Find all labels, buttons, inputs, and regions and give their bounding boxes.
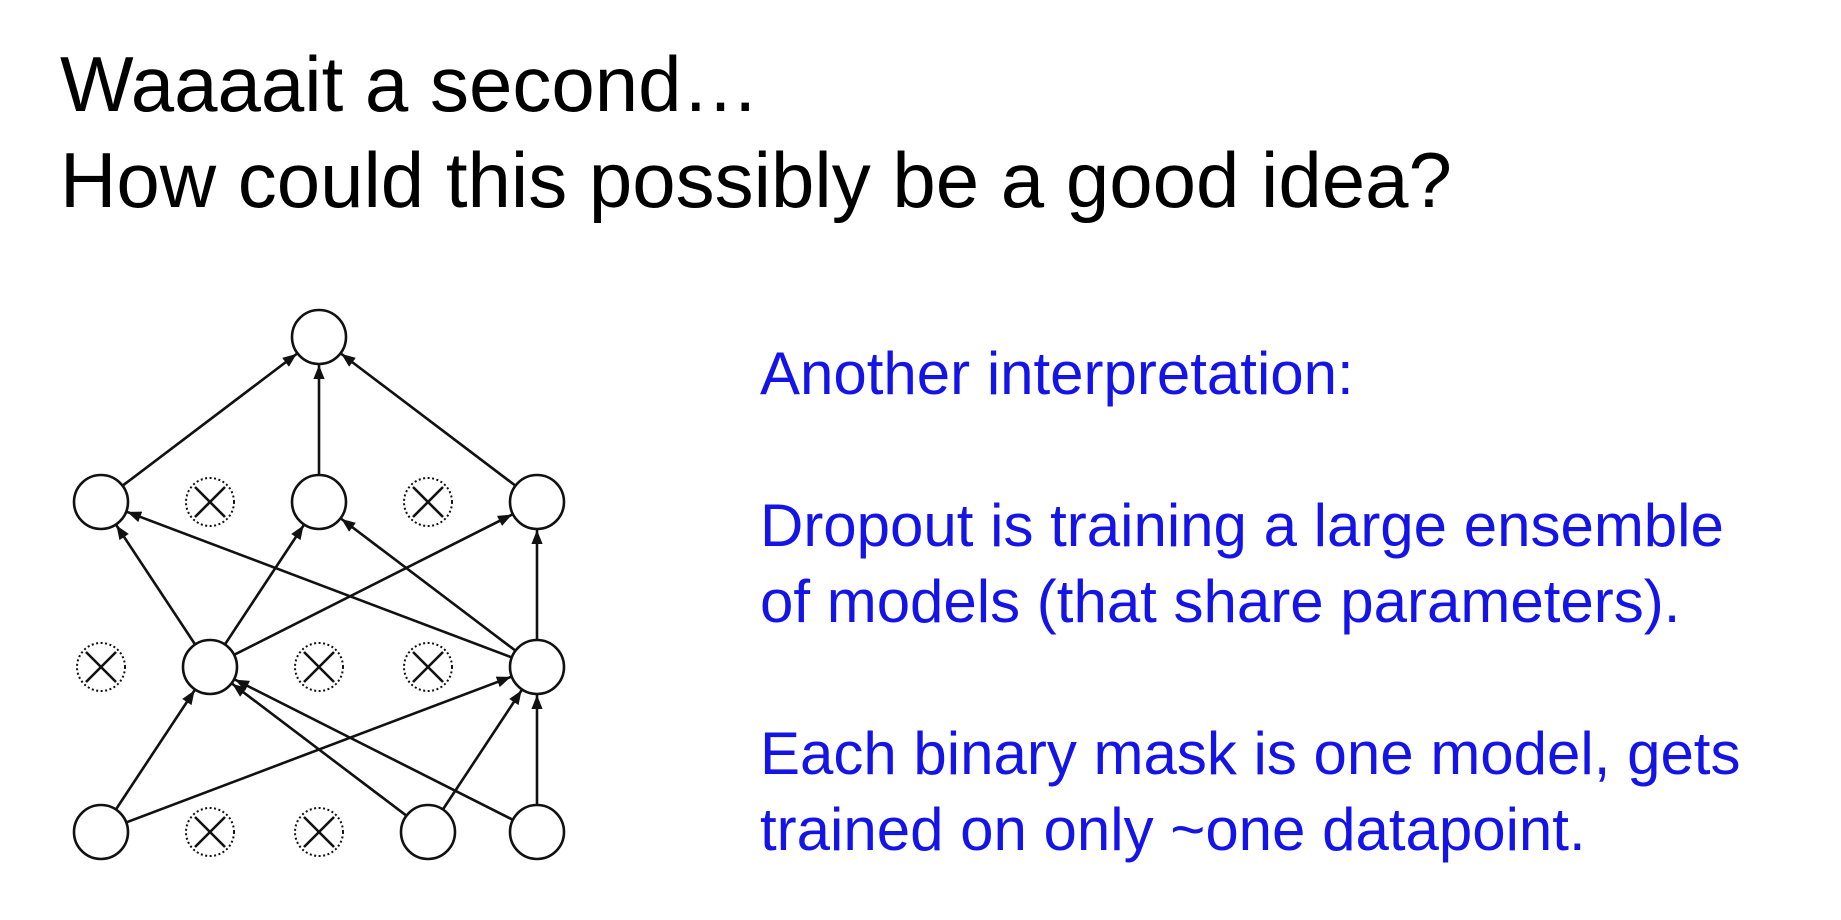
connection-arrow <box>231 682 408 817</box>
unit-circle <box>181 638 239 696</box>
mask-point-line-1: Each binary mask is one model, gets <box>760 720 1741 787</box>
connection-arrow <box>340 517 517 652</box>
unit-circle <box>508 638 566 696</box>
unit-circle <box>508 803 566 861</box>
output-unit <box>290 308 348 366</box>
input-dropped-unit <box>185 807 235 857</box>
hidden-2-unit <box>72 473 130 531</box>
unit-circle <box>72 473 130 531</box>
ensemble-point-line-1: Dropout is training a large ensemble <box>760 492 1724 559</box>
input-unit <box>508 803 566 861</box>
input-unit <box>399 803 457 861</box>
interpretation-text: Another interpretation: Dropout is train… <box>760 336 1830 868</box>
unit-circle <box>72 803 130 861</box>
mask-point-line-2: trained on only ~one datapoint. <box>760 796 1586 863</box>
hidden-1-dropped-unit <box>403 642 453 692</box>
connection-arrow <box>233 513 513 656</box>
ensemble-point-line-2: of models (that share parameters). <box>760 568 1681 635</box>
connection-arrow <box>234 678 514 821</box>
connection-arrow <box>114 689 196 811</box>
hidden-2-dropped-unit <box>403 477 453 527</box>
unit-circle <box>290 308 348 366</box>
unit-circle <box>508 473 566 531</box>
interpretation-heading: Another interpretation: <box>760 340 1354 407</box>
connection-arrow <box>126 510 513 659</box>
hidden-1-unit <box>508 638 566 696</box>
hidden-1-unit <box>181 638 239 696</box>
dropout-network-diagram <box>72 308 566 861</box>
connection-edges <box>114 352 543 824</box>
hidden-2-unit <box>290 473 348 531</box>
hidden-1-dropped-unit <box>294 642 344 692</box>
connection-arrow <box>340 352 517 487</box>
unit-circle <box>290 473 348 531</box>
connection-arrow <box>115 524 197 646</box>
hidden-1-dropped-unit <box>76 642 126 692</box>
connection-arrow <box>121 352 298 487</box>
unit-circle <box>399 803 457 861</box>
hidden-2-unit <box>508 473 566 531</box>
hidden-2-dropped-unit <box>185 477 235 527</box>
input-unit <box>72 803 130 861</box>
input-dropped-unit <box>294 807 344 857</box>
